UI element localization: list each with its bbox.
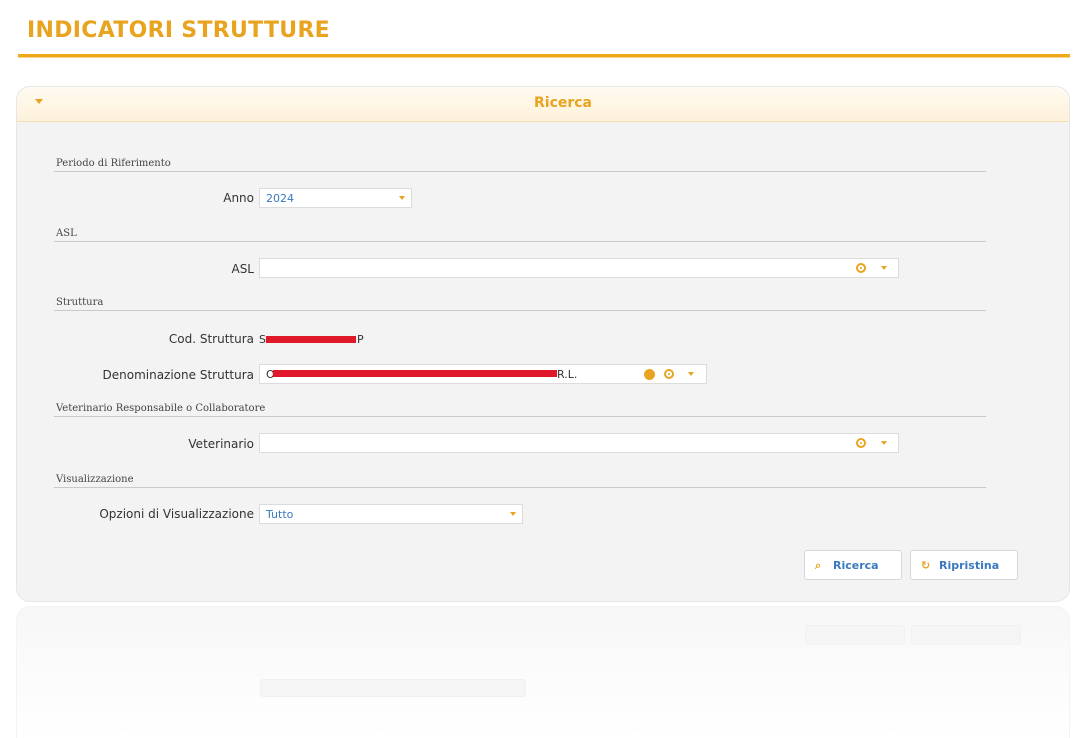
opzioni-select[interactable]: Tutto <box>259 504 523 524</box>
section-divider <box>54 241 986 242</box>
redaction-bar <box>266 336 356 343</box>
asl-label: ASL <box>231 262 254 276</box>
section-label-veterinario: Veterinario Responsabile o Collaboratore <box>56 403 266 414</box>
opzioni-label: Opzioni di Visualizzazione <box>99 507 254 521</box>
reset-button[interactable]: ↻ Ripristina <box>910 550 1018 580</box>
chevron-down-icon[interactable] <box>510 512 516 516</box>
redaction-bar <box>273 370 557 377</box>
denominazione-label: Denominazione Struttura <box>102 368 255 382</box>
section-divider <box>54 416 986 417</box>
chevron-down-icon[interactable] <box>399 196 405 200</box>
cod-struttura-prefix: S <box>259 333 266 346</box>
search-button-label: Ricerca <box>833 559 879 572</box>
check-circle-icon[interactable] <box>644 369 655 380</box>
reflection-ghost <box>260 679 526 697</box>
search-icon: ⌕ <box>815 559 822 572</box>
panel-reflection <box>16 606 1070 738</box>
reset-button-label: Ripristina <box>939 559 1000 572</box>
section-divider <box>54 171 986 172</box>
clear-circle-icon[interactable] <box>856 263 866 273</box>
cod-struttura-suffix: P <box>357 333 364 346</box>
veterinario-label: Veterinario <box>188 437 254 451</box>
asl-select[interactable] <box>259 258 899 278</box>
cod-struttura-label: Cod. Struttura <box>168 332 254 346</box>
anno-label: Anno <box>223 191 254 205</box>
clear-circle-icon[interactable] <box>664 369 674 379</box>
chevron-down-icon[interactable] <box>881 266 887 270</box>
section-label-asl: ASL <box>56 228 77 239</box>
reflection-ghost <box>805 625 905 645</box>
reflection-ghost <box>911 625 1021 645</box>
veterinario-select[interactable] <box>259 433 899 453</box>
section-label-struttura: Struttura <box>56 297 104 308</box>
title-divider-shadow <box>18 57 1070 58</box>
panel-title: Ricerca <box>533 95 593 111</box>
anno-value: 2024 <box>266 192 294 205</box>
chevron-down-icon[interactable] <box>881 441 887 445</box>
section-label-periodo: Periodo di Riferimento <box>56 158 171 169</box>
section-label-visualizzazione: Visualizzazione <box>56 474 134 485</box>
panel-header[interactable]: Ricerca <box>17 87 1069 122</box>
chevron-down-icon[interactable] <box>688 372 694 376</box>
anno-select[interactable]: 2024 <box>259 188 412 208</box>
section-divider <box>54 310 986 311</box>
denominazione-select[interactable]: O R.L. <box>259 364 707 384</box>
opzioni-value: Tutto <box>266 508 294 521</box>
section-divider <box>54 487 986 488</box>
reset-icon: ↻ <box>921 559 931 572</box>
denominazione-suffix: R.L. <box>557 368 578 381</box>
search-button[interactable]: ⌕ Ricerca <box>804 550 902 580</box>
page-title: INDICATORI STRUTTURE <box>27 18 331 43</box>
clear-circle-icon[interactable] <box>856 438 866 448</box>
